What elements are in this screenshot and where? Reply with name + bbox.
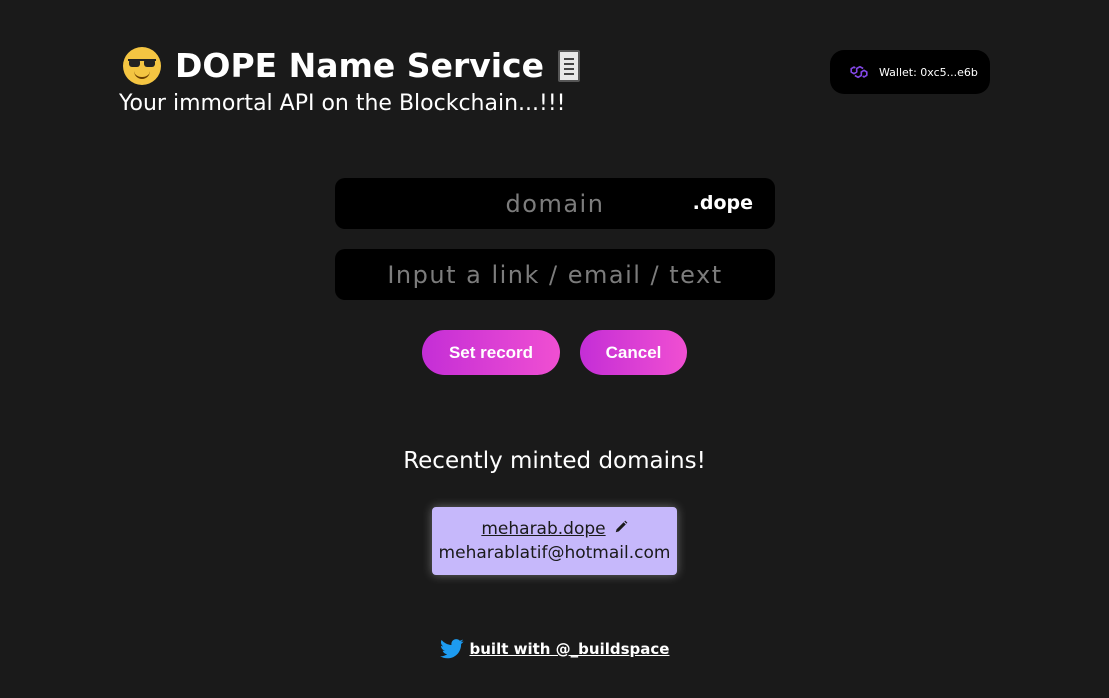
card-header: meharab.dope xyxy=(432,518,677,540)
record-input[interactable] xyxy=(335,249,775,300)
pencil-icon[interactable] xyxy=(614,520,628,534)
page-subtitle: Your immortal API on the Blockchain...!!… xyxy=(119,91,566,116)
document-icon xyxy=(558,50,580,82)
smile-shape xyxy=(134,71,150,79)
domain-record: meharablatif@hotmail.com xyxy=(438,543,671,563)
sunglasses-shape xyxy=(128,59,156,67)
polygon-icon xyxy=(850,65,868,79)
sunglasses-face-icon xyxy=(123,47,161,85)
minted-heading: Recently minted domains! xyxy=(403,448,706,474)
wallet-badge[interactable]: Wallet: 0xc5...e6b xyxy=(830,50,990,94)
set-record-button[interactable]: Set record xyxy=(422,330,560,375)
domain-field: .dope xyxy=(335,178,775,229)
app-page: DOPE Name Service Your immortal API on t… xyxy=(0,0,1109,698)
domain-link[interactable]: meharab.dope xyxy=(481,519,605,539)
minted-domain-card: meharab.dope meharablatif@hotmail.com xyxy=(432,507,677,575)
buildspace-link[interactable]: built with @_buildspace xyxy=(470,640,670,658)
header: DOPE Name Service Your immortal API on t… xyxy=(119,44,580,118)
record-field xyxy=(335,249,775,300)
twitter-icon xyxy=(439,639,464,659)
footer: built with @_buildspace xyxy=(0,638,1109,660)
title-row: DOPE Name Service xyxy=(119,44,580,88)
page-title: DOPE Name Service xyxy=(175,46,544,85)
wallet-address: Wallet: 0xc5...e6b xyxy=(879,65,978,79)
cancel-button[interactable]: Cancel xyxy=(580,330,687,375)
domain-suffix: .dope xyxy=(692,192,753,214)
